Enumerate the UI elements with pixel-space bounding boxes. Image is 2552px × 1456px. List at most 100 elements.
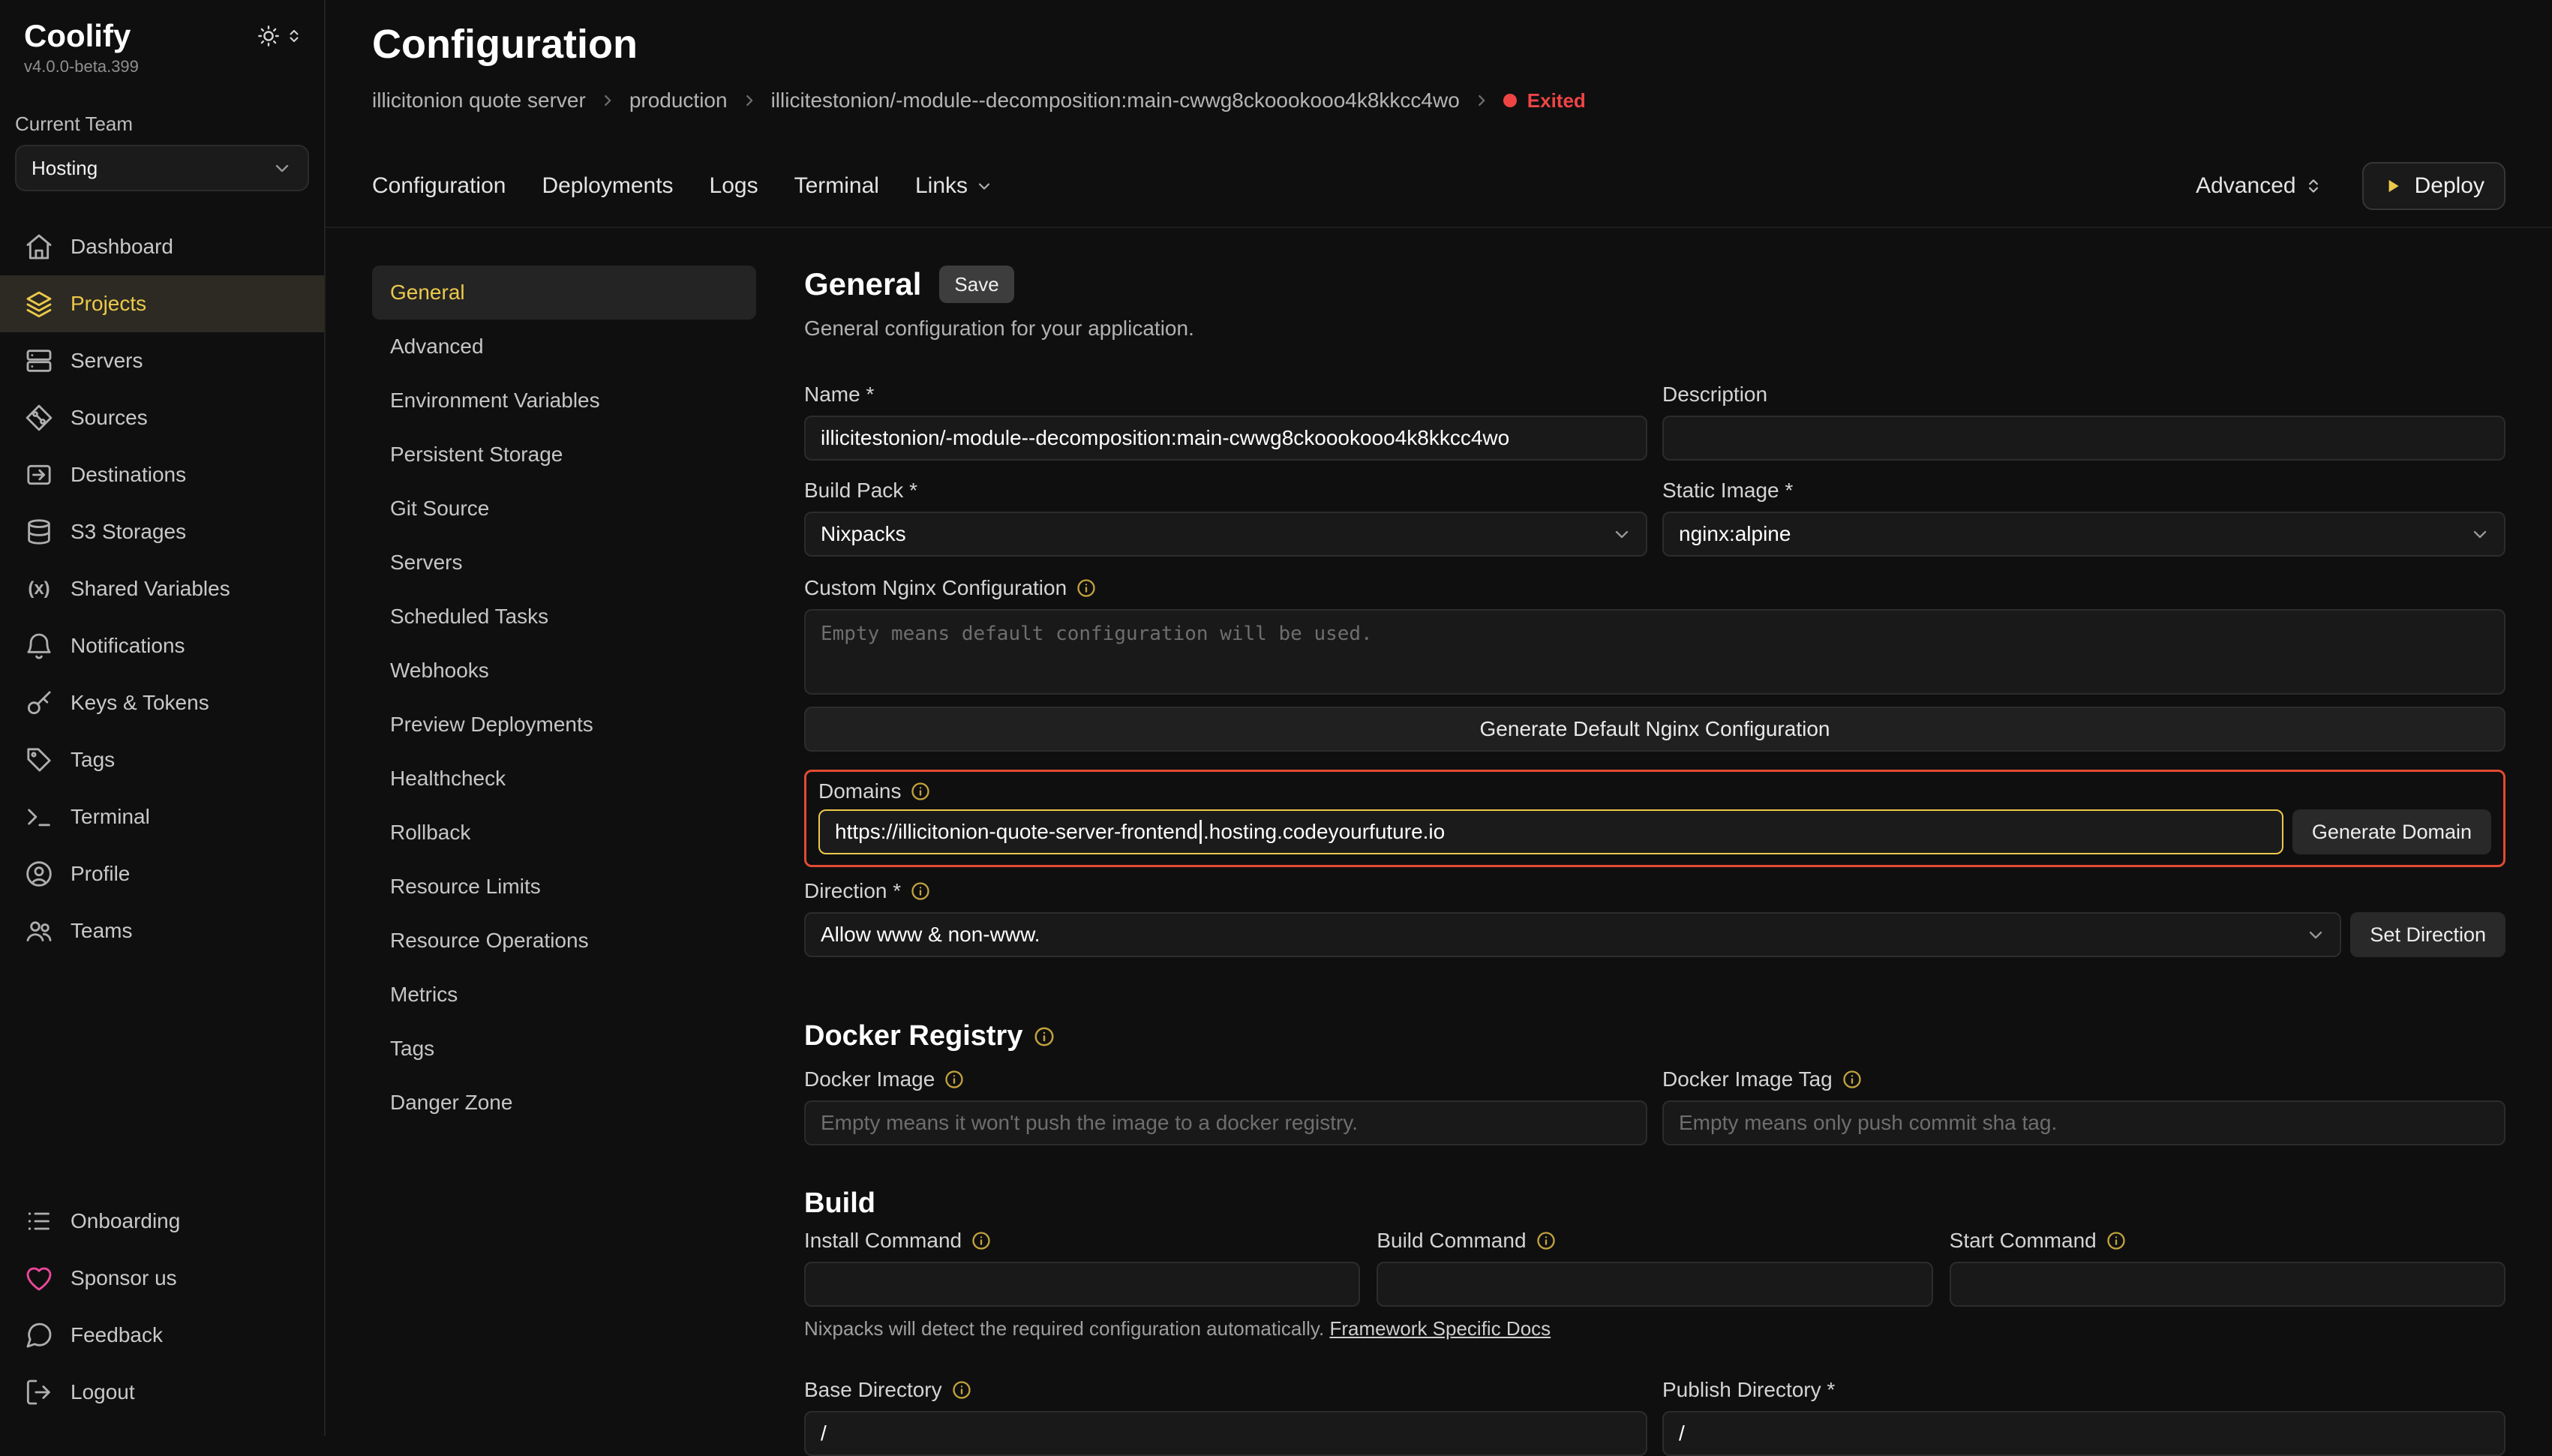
subnav-danger-zone[interactable]: Danger Zone bbox=[372, 1076, 756, 1130]
subnav-rollback[interactable]: Rollback bbox=[372, 806, 756, 860]
info-icon bbox=[971, 1230, 992, 1251]
subnav-resource-limits[interactable]: Resource Limits bbox=[372, 860, 756, 914]
sidebar-item-dashboard[interactable]: Dashboard bbox=[0, 218, 324, 275]
subnav-tags[interactable]: Tags bbox=[372, 1022, 756, 1076]
sidebar-nav: Dashboard Projects Servers Sources Desti… bbox=[0, 218, 324, 959]
save-button[interactable]: Save bbox=[939, 266, 1013, 303]
subnav-scheduled-tasks[interactable]: Scheduled Tasks bbox=[372, 590, 756, 644]
tab-terminal[interactable]: Terminal bbox=[794, 173, 879, 199]
sidebar-item-servers[interactable]: Servers bbox=[0, 332, 324, 389]
build-command-field: Build Command bbox=[1377, 1229, 1932, 1307]
build-heading: Build bbox=[804, 1187, 2505, 1220]
sidebar-item-keys-tokens[interactable]: Keys & Tokens bbox=[0, 674, 324, 731]
subnav-healthcheck[interactable]: Healthcheck bbox=[372, 752, 756, 806]
sidebar-item-logout[interactable]: Logout bbox=[0, 1364, 324, 1421]
tab-logs[interactable]: Logs bbox=[710, 173, 758, 199]
status-badge: Exited bbox=[1503, 89, 1586, 113]
build-command-input[interactable] bbox=[1377, 1262, 1932, 1307]
subnav-metrics[interactable]: Metrics bbox=[372, 968, 756, 1022]
sidebar-item-terminal[interactable]: Terminal bbox=[0, 788, 324, 845]
play-icon bbox=[2383, 176, 2403, 196]
tab-configuration[interactable]: Configuration bbox=[372, 173, 506, 199]
sidebar-item-s3-storages[interactable]: S3 Storages bbox=[0, 503, 324, 560]
subnav-advanced[interactable]: Advanced bbox=[372, 320, 756, 374]
name-field: Name * bbox=[804, 383, 1647, 461]
subnav-webhooks[interactable]: Webhooks bbox=[372, 644, 756, 698]
subnav-persistent-storage[interactable]: Persistent Storage bbox=[372, 428, 756, 482]
logout-icon bbox=[24, 1377, 54, 1407]
static-image-field: Static Image * nginx:alpine bbox=[1662, 479, 2505, 557]
name-input[interactable] bbox=[804, 416, 1647, 461]
subnav-servers[interactable]: Servers bbox=[372, 536, 756, 590]
chevron-right-icon bbox=[599, 92, 616, 109]
tab-deployments[interactable]: Deployments bbox=[542, 173, 673, 199]
sidebar-item-shared-variables[interactable]: (x) Shared Variables bbox=[0, 560, 324, 617]
breadcrumb-application[interactable]: illicitestonion/-module--decomposition:m… bbox=[771, 89, 1460, 113]
sidebar-item-feedback[interactable]: Feedback bbox=[0, 1307, 324, 1364]
sidebar-item-sources[interactable]: Sources bbox=[0, 389, 324, 446]
start-command-input[interactable] bbox=[1950, 1262, 2505, 1307]
custom-nginx-config-textarea[interactable] bbox=[804, 609, 2505, 695]
sidebar-item-onboarding[interactable]: Onboarding bbox=[0, 1193, 324, 1250]
build-pack-select[interactable]: Nixpacks bbox=[804, 512, 1647, 557]
static-image-select[interactable]: nginx:alpine bbox=[1662, 512, 2505, 557]
install-command-field: Install Command bbox=[804, 1229, 1360, 1307]
sidebar-item-notifications[interactable]: Notifications bbox=[0, 617, 324, 674]
framework-docs-link[interactable]: Framework Specific Docs bbox=[1329, 1317, 1551, 1340]
status-label: Exited bbox=[1527, 89, 1586, 113]
sidebar-item-sponsor[interactable]: Sponsor us bbox=[0, 1250, 324, 1307]
docker-image-input[interactable] bbox=[804, 1100, 1647, 1145]
general-heading-row: General Save bbox=[804, 266, 2505, 303]
subnav-preview-deployments[interactable]: Preview Deployments bbox=[372, 698, 756, 752]
breadcrumb-environment[interactable]: production bbox=[629, 89, 728, 113]
destination-icon bbox=[24, 460, 54, 490]
sidebar-item-destinations[interactable]: Destinations bbox=[0, 446, 324, 503]
text-caret bbox=[1199, 820, 1202, 844]
base-directory-field: Base Directory bbox=[804, 1378, 1647, 1456]
app-logo: Coolify bbox=[24, 18, 131, 54]
sidebar-item-teams[interactable]: Teams bbox=[0, 902, 324, 959]
base-directory-input[interactable] bbox=[804, 1411, 1647, 1456]
subnav-resource-operations[interactable]: Resource Operations bbox=[372, 914, 756, 968]
subnav-environment-variables[interactable]: Environment Variables bbox=[372, 374, 756, 428]
sidebar-item-tags[interactable]: Tags bbox=[0, 731, 324, 788]
database-icon bbox=[24, 517, 54, 547]
docker-image-label: Docker Image bbox=[804, 1067, 1647, 1091]
sidebar: Coolify v4.0.0-beta.399 Current Team Hos… bbox=[0, 0, 326, 1436]
direction-field: Direction * Allow www & non-www. Set Dir… bbox=[804, 879, 2505, 957]
publish-directory-input[interactable] bbox=[1662, 1411, 2505, 1456]
breadcrumb: illicitonion quote server production ill… bbox=[372, 89, 2505, 113]
chevron-updown-icon bbox=[285, 27, 303, 45]
direction-select[interactable]: Allow www & non-www. bbox=[804, 912, 2341, 957]
install-command-input[interactable] bbox=[804, 1262, 1360, 1307]
configuration-page: General Advanced Environment Variables P… bbox=[326, 228, 2552, 1436]
users-icon bbox=[24, 916, 54, 946]
general-heading: General bbox=[804, 266, 921, 302]
sun-icon bbox=[257, 24, 281, 48]
chevron-down-icon bbox=[1611, 524, 1632, 545]
set-direction-button[interactable]: Set Direction bbox=[2350, 912, 2505, 957]
generate-domain-button[interactable]: Generate Domain bbox=[2292, 809, 2491, 854]
home-icon bbox=[24, 232, 54, 262]
theme-switcher[interactable] bbox=[257, 24, 303, 48]
sidebar-item-projects[interactable]: Projects bbox=[0, 275, 324, 332]
subnav-general[interactable]: General bbox=[372, 266, 756, 320]
advanced-menu[interactable]: Advanced bbox=[2196, 173, 2322, 199]
description-label: Description bbox=[1662, 383, 2505, 407]
docker-image-tag-input[interactable] bbox=[1662, 1100, 2505, 1145]
description-input[interactable] bbox=[1662, 416, 2505, 461]
sidebar-item-profile[interactable]: Profile bbox=[0, 845, 324, 902]
info-icon bbox=[1033, 1025, 1055, 1048]
domains-input[interactable]: https://illicitonion-quote-server-fronte… bbox=[818, 809, 2283, 854]
info-icon bbox=[1536, 1230, 1557, 1251]
app-root: Coolify v4.0.0-beta.399 Current Team Hos… bbox=[0, 0, 2552, 1436]
deploy-button[interactable]: Deploy bbox=[2362, 162, 2505, 210]
config-subnav: General Advanced Environment Variables P… bbox=[372, 266, 756, 1436]
tag-icon bbox=[24, 745, 54, 775]
breadcrumb-project[interactable]: illicitonion quote server bbox=[372, 89, 586, 113]
tabbar: Configuration Deployments Logs Terminal … bbox=[326, 146, 2552, 228]
subnav-git-source[interactable]: Git Source bbox=[372, 482, 756, 536]
generate-nginx-config-button[interactable]: Generate Default Nginx Configuration bbox=[804, 707, 2505, 752]
tab-links[interactable]: Links bbox=[915, 173, 993, 199]
team-select[interactable]: Hosting bbox=[15, 145, 309, 191]
